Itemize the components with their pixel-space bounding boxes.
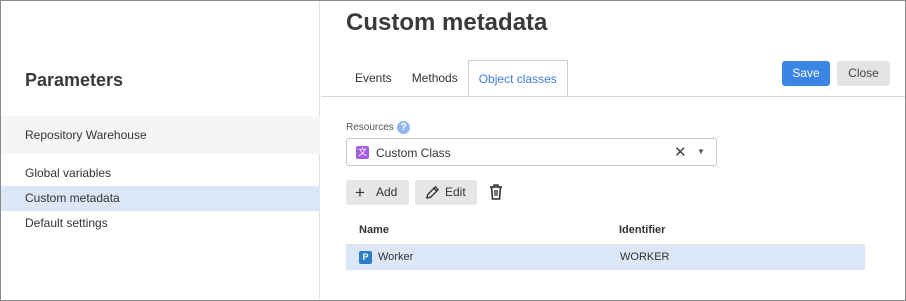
save-button[interactable]: Save [782,61,830,86]
tab-divider [321,96,905,97]
custom-class-icon: 文 [356,146,369,159]
sidebar: Parameters Repository Warehouse Global v… [1,1,320,299]
resources-select[interactable]: 文 Custom Class ✕ ▼ [346,138,717,166]
tab-object-classes[interactable]: Object classes [467,60,568,97]
edit-button-label: Edit [445,185,466,199]
plus-icon: + [355,183,365,202]
sidebar-title: Parameters [25,70,124,90]
row-name: Worker [378,251,414,263]
class-icon: P [359,251,372,264]
row-identifier: WORKER [620,251,670,263]
tab-bar: Events Methods Object classes [345,60,568,97]
tab-methods[interactable]: Methods [402,60,468,97]
chevron-down-icon[interactable]: ▼ [697,147,705,156]
trash-icon[interactable] [487,182,505,202]
close-button[interactable]: Close [837,61,890,86]
column-header-identifier[interactable]: Identifier [619,224,665,236]
add-button-label: Add [376,185,398,199]
resources-label: Resources [346,122,394,133]
sidebar-nav: Global variables Custom metadata Default… [1,161,320,236]
add-button[interactable]: + Add [346,180,409,205]
page-title: Custom metadata [346,9,548,36]
sidebar-group-header[interactable]: Repository Warehouse [1,116,320,154]
sidebar-item-global-variables[interactable]: Global variables [1,161,320,186]
clear-icon[interactable]: ✕ [674,143,687,161]
sidebar-item-default-settings[interactable]: Default settings [1,211,320,236]
table-row[interactable]: P Worker WORKER [346,245,865,270]
resources-select-value: Custom Class [376,146,451,160]
edit-button[interactable]: Edit [415,180,477,205]
help-icon[interactable]: ? [397,121,410,134]
column-header-name[interactable]: Name [359,224,389,236]
pencil-icon [426,186,439,199]
sidebar-item-custom-metadata[interactable]: Custom metadata [1,186,320,211]
tab-events[interactable]: Events [345,60,402,97]
